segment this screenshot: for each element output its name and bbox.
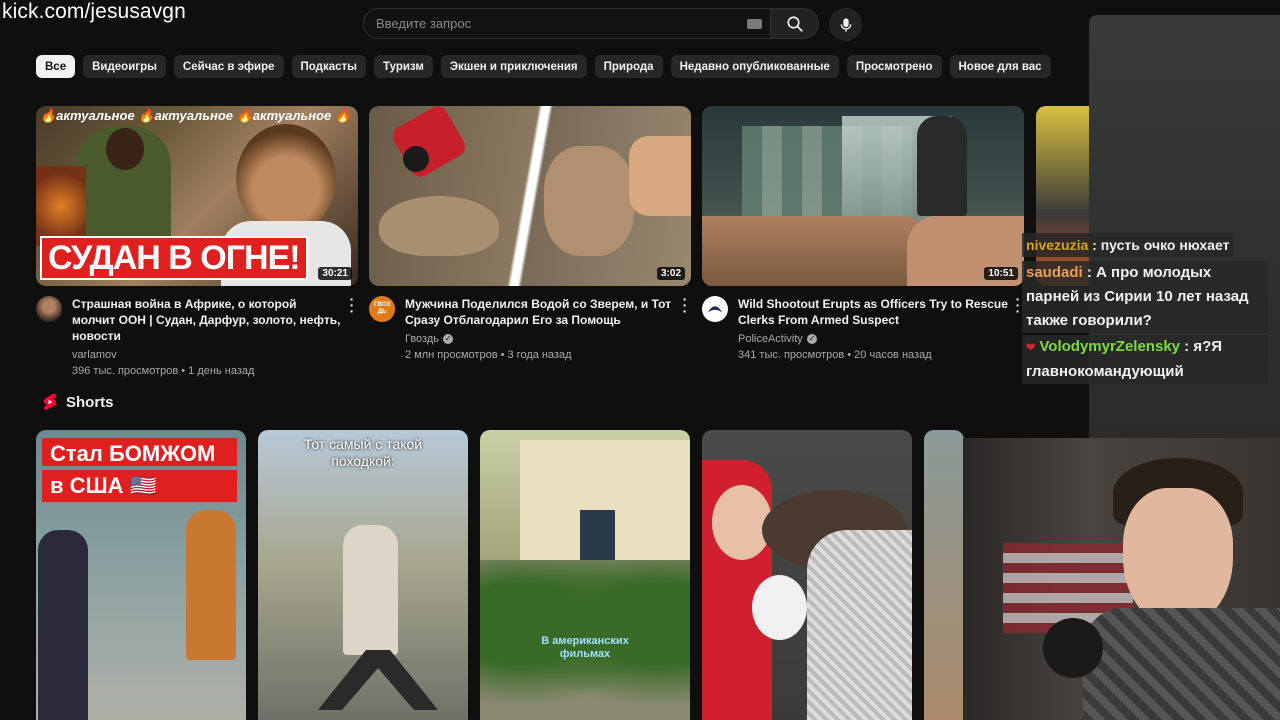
chip-new-to-you[interactable]: Новое для вас: [949, 55, 1051, 78]
short-card[interactable]: В американских фильмах: [480, 430, 690, 720]
streamer-face: [1123, 488, 1233, 628]
streamer-shirt: [1083, 608, 1280, 720]
channel-name[interactable]: PoliceActivity: [738, 333, 803, 345]
search-icon: [786, 15, 803, 32]
video-card[interactable]: 🔥актуальное 🔥актуальное 🔥актуальное 🔥 СУ…: [36, 106, 358, 377]
more-options-icon[interactable]: · · ·: [679, 292, 691, 318]
chip-live-now[interactable]: Сейчас в эфире: [173, 55, 284, 78]
person-legs: [318, 650, 438, 710]
short-card[interactable]: Тот самый с такой походкой:: [258, 430, 468, 720]
short-card[interactable]: [702, 430, 912, 720]
arm-with-gun: [702, 216, 932, 286]
officer-figure: [917, 116, 967, 216]
streamer-webcam: [963, 438, 1280, 720]
chat-message: saudadi : А про молодых парней из Сирии …: [1022, 261, 1268, 333]
fire-glow: [36, 166, 86, 246]
armadillo-right: [544, 146, 634, 256]
chat-text: пусть очко нюхает: [1100, 237, 1230, 253]
person-right: [186, 510, 236, 660]
video-stats: 2 млн просмотров • 3 года назад: [405, 349, 572, 361]
chat-badge-icon: ❤: [1026, 342, 1036, 354]
video-title[interactable]: Страшная война в Африке, о которой молчи…: [72, 296, 342, 344]
chip-watched[interactable]: Просмотрено: [846, 55, 942, 78]
chat-username: nivezuzia: [1026, 237, 1089, 253]
video-card[interactable]: 3:02 ГВОЗДЬ Мужчина Поделился Водой со З…: [369, 106, 691, 361]
chat-username: VolodymyrZelensky: [1039, 338, 1181, 355]
video-duration: 30:21: [318, 267, 352, 280]
chat-username: saudadi: [1026, 264, 1083, 281]
keyboard-icon[interactable]: [747, 19, 762, 29]
video-stats: 396 тыс. просмотров • 1 день назад: [72, 365, 255, 377]
channel-avatar-text: ГВОЗДЬ: [373, 302, 390, 315]
chat-message: ❤ VolodymyrZelensky : я?Я главнокомандую…: [1022, 335, 1268, 384]
filter-chip-bar: Все Видеоигры Сейчас в эфире Подкасты Ту…: [36, 55, 1051, 78]
search-button[interactable]: [771, 8, 819, 39]
stream-watermark: kick.com/jesusavgn: [2, 0, 186, 23]
man-head: [236, 124, 336, 234]
hand: [629, 136, 691, 216]
verified-icon: ✓: [443, 334, 454, 344]
short-caption: Стал БОМЖОМ в США 🇺🇸: [42, 438, 237, 502]
channel-avatar[interactable]: [702, 296, 728, 322]
thumbnail-banner: 🔥актуальное 🔥актуальное 🔥актуальное 🔥: [40, 108, 352, 123]
chip-podcasts[interactable]: Подкасты: [291, 55, 366, 78]
search-input[interactable]: [376, 16, 736, 31]
chip-tourism[interactable]: Туризм: [373, 55, 433, 78]
video-thumbnail-partial[interactable]: [1036, 106, 1096, 286]
short-card-partial[interactable]: [924, 430, 964, 720]
short-caption: Тот самый с такой походкой:: [303, 436, 423, 469]
voice-search-button[interactable]: [829, 8, 862, 41]
bottle-cap: [403, 146, 429, 172]
microphone: [1043, 618, 1103, 678]
video-duration: 3:02: [656, 267, 685, 280]
channel-avatar[interactable]: ГВОЗДЬ: [369, 296, 395, 322]
chip-all[interactable]: Все: [36, 55, 76, 78]
channel-avatar[interactable]: [36, 296, 62, 322]
thumbnail-caption: СУДАН В ОГНЕ!: [40, 236, 308, 280]
video-thumbnail[interactable]: 3:02: [369, 106, 691, 286]
walking-person: [343, 525, 398, 655]
armadillo-left: [379, 196, 499, 256]
video-duration: 10:51: [984, 267, 1018, 280]
video-title[interactable]: Wild Shootout Erupts as Officers Try to …: [738, 296, 1008, 328]
police-logo-icon: [707, 306, 723, 313]
shorts-icon: [43, 393, 57, 411]
red-bottle: [389, 106, 469, 181]
channel-name[interactable]: varlamov: [72, 349, 117, 361]
chip-action-adventure[interactable]: Экшен и приключения: [440, 55, 587, 78]
microphone-icon: [840, 17, 851, 32]
short-card[interactable]: Стал БОМЖОМ в США 🇺🇸: [36, 430, 246, 720]
verified-icon: ✓: [806, 334, 817, 344]
video-stats: 341 тыс. просмотров • 20 часов назад: [738, 349, 932, 361]
video-thumbnail[interactable]: 🔥актуальное 🔥актуальное 🔥актуальное 🔥 СУ…: [36, 106, 358, 286]
video-thumbnail[interactable]: 10:51: [702, 106, 1024, 286]
short-caption: В американских фильмах: [541, 635, 629, 660]
person-left: [38, 530, 88, 720]
more-options-icon[interactable]: · · ·: [346, 292, 358, 318]
video-card[interactable]: 10:51 Wild Shootout Erupts as Officers T…: [702, 106, 1024, 361]
soldier-head: [106, 128, 144, 170]
chat-message: nivezuzia : пусть очко нюхает: [1022, 233, 1234, 257]
pillow: [807, 530, 912, 720]
chip-nature[interactable]: Природа: [594, 55, 663, 78]
white-rat: [752, 575, 807, 640]
channel-name[interactable]: Гвоздь: [405, 333, 439, 345]
shorts-title: Shorts: [66, 393, 114, 411]
video-title[interactable]: Мужчина Поделился Водой со Зверем, и Тот…: [405, 296, 675, 328]
shorts-header: Shorts: [42, 393, 114, 411]
chip-videogames[interactable]: Видеоигры: [83, 55, 166, 78]
chip-recently-uploaded[interactable]: Недавно опубликованные: [670, 55, 839, 78]
search-box[interactable]: [363, 8, 771, 39]
